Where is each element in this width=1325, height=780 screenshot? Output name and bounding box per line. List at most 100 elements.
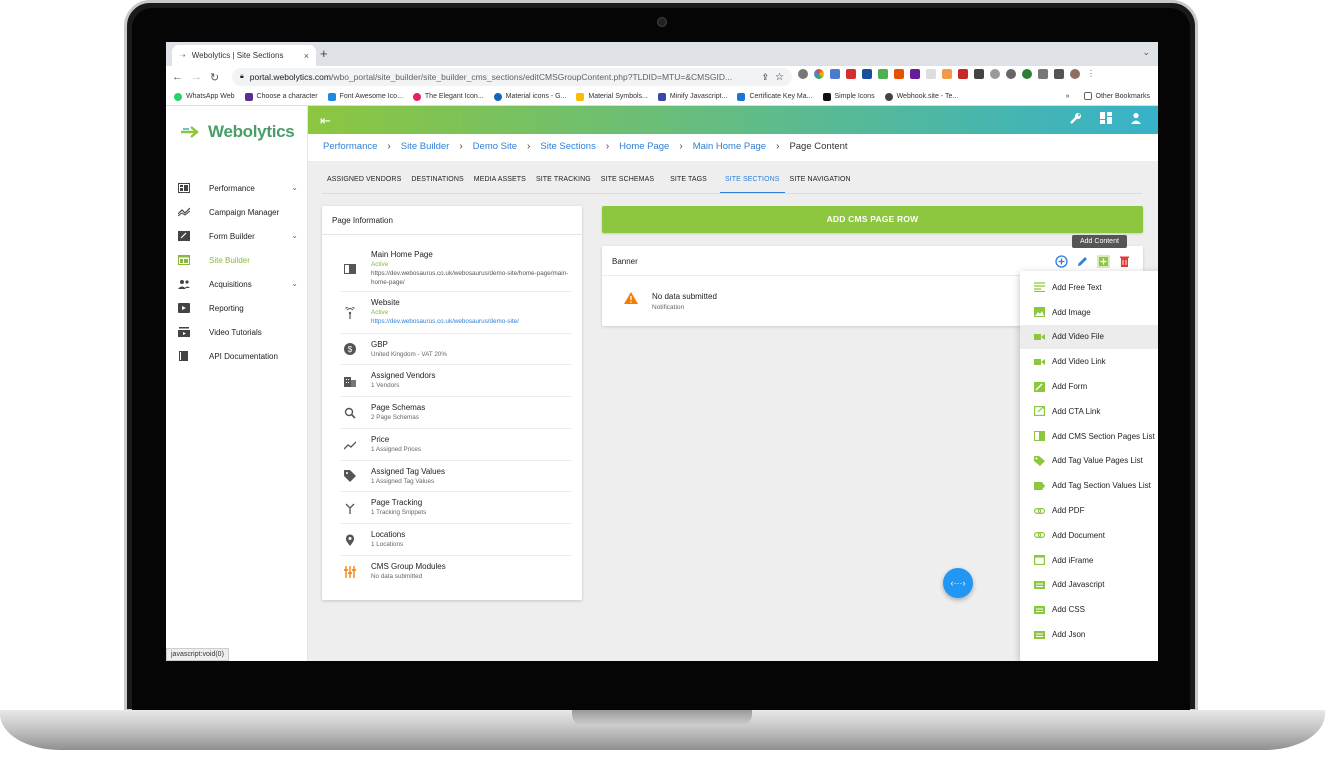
avatar[interactable] [1070, 69, 1080, 79]
sidebar-item-reporting[interactable]: Reporting [178, 296, 306, 320]
sidebar-item-performance[interactable]: Performance ⌄ [178, 176, 306, 200]
bookmark-item[interactable]: The Elegant Icon... [412, 92, 484, 101]
add-content-icon[interactable] [1097, 255, 1110, 268]
chevron-down-icon[interactable]: ⌄ [291, 231, 298, 240]
tab-assigned-vendors[interactable]: ASSIGNED VENDORS [322, 168, 406, 194]
bookmark-item[interactable]: Certificate Key Ma... [737, 92, 813, 101]
menu-item-add-form[interactable]: Add Form [1020, 374, 1158, 399]
breadcrumb-link[interactable]: Performance [323, 141, 377, 152]
sidebar-item-api-documentation[interactable]: API Documentation [178, 344, 306, 368]
extension-icon[interactable] [910, 69, 920, 79]
menu-item-add-tag-section-values-list[interactable]: Add Tag Section Values List [1020, 473, 1158, 498]
menu-item-add-cta-link[interactable]: Add CTA Link [1020, 399, 1158, 424]
close-tab-icon[interactable]: × [304, 51, 309, 61]
extension-icon[interactable] [990, 69, 1000, 79]
bookmark-item[interactable]: Material Symbols... [576, 92, 648, 101]
bookmark-star-icon[interactable]: ☆ [775, 72, 784, 83]
other-bookmarks[interactable]: Other Bookmarks [1083, 92, 1150, 100]
bookmarks-overflow-icon[interactable]: » [1066, 93, 1070, 100]
sidebar-item-form-builder[interactable]: Form Builder ⌄ [178, 224, 306, 248]
menu-item-add-free-text[interactable]: Add Free Text [1020, 275, 1158, 300]
bookmark-item[interactable]: WhatsApp Web [174, 92, 235, 101]
bookmark-item[interactable]: Choose a character [244, 92, 318, 101]
account-icon[interactable] [1130, 112, 1142, 124]
menu-item-add-pdf[interactable]: Add PDF [1020, 498, 1158, 523]
menu-item-add-css[interactable]: Add CSS [1020, 597, 1158, 622]
extension-icon[interactable] [942, 69, 952, 79]
breadcrumb-link[interactable]: Demo Site [473, 141, 517, 152]
sidebar-item-video-tutorials[interactable]: Video Tutorials [178, 320, 306, 344]
call-split-icon [345, 503, 355, 514]
sidebar-item-campaign-manager[interactable]: Campaign Manager [178, 200, 306, 224]
reload-icon[interactable]: ↻ [210, 71, 219, 84]
add-circle-icon[interactable] [1055, 255, 1068, 268]
label-icon [1034, 481, 1045, 490]
back-icon[interactable]: ← [172, 71, 183, 83]
extension-icon[interactable] [926, 69, 936, 79]
info-row-page-schemas: Page Schemas 2 Page Schemas [340, 397, 572, 429]
wrench-icon[interactable] [1069, 112, 1082, 125]
chevron-down-icon[interactable]: ⌄ [291, 279, 298, 288]
breadcrumb-link[interactable]: Home Page [619, 141, 669, 152]
trending-up-icon [344, 441, 356, 449]
chevron-down-icon[interactable]: ⌄ [291, 183, 298, 192]
info-row-price: Price 1 Assigned Prices [340, 429, 572, 461]
tab-title: Webolytics | Site Sections [191, 51, 284, 60]
browser-tab[interactable]: ➝ Webolytics | Site Sections × [172, 45, 316, 66]
sidebar-item-site-builder[interactable]: Site Builder [178, 248, 306, 272]
breadcrumb-link[interactable]: Site Sections [540, 141, 595, 152]
website-link[interactable]: https://dev.webosaurus.co.uk/webosaurus/… [371, 317, 572, 326]
bookmark-item[interactable]: Simple Icons [822, 92, 875, 101]
extension-icon[interactable] [1006, 69, 1016, 79]
bookmark-item[interactable]: Material icons - G... [493, 92, 566, 101]
edit-icon[interactable] [1076, 255, 1089, 268]
forward-icon[interactable]: → [191, 71, 202, 83]
share-icon[interactable]: ⇪ [761, 72, 769, 83]
menu-item-add-javascript[interactable]: Add Javascript [1020, 573, 1158, 598]
tab-site-tags[interactable]: SITE TAGS [665, 168, 712, 194]
menu-item-add-document[interactable]: Add Document [1020, 523, 1158, 548]
extension-icon[interactable] [814, 69, 824, 79]
logo[interactable]: Webolytics [180, 122, 295, 142]
address-bar[interactable]: 🔒︎ portal.webolytics.com/wbo_portal/site… [232, 68, 792, 86]
extension-icon[interactable] [878, 69, 888, 79]
delete-icon[interactable] [1118, 255, 1131, 268]
menu-item-add-video-link[interactable]: Add Video Link [1020, 349, 1158, 374]
extension-icon[interactable] [846, 69, 856, 79]
tab-search-icon[interactable]: ⌄ [1142, 47, 1150, 58]
sidebar-item-acquisitions[interactable]: Acquisitions ⌄ [178, 272, 306, 296]
bookmark-item[interactable]: Minify Javascript... [657, 92, 727, 101]
menu-item-add-tag-value-pages-list[interactable]: Add Tag Value Pages List [1020, 449, 1158, 474]
extension-icon[interactable] [958, 69, 968, 79]
menu-item-add-video-file[interactable]: Add Video File [1020, 324, 1158, 350]
tab-site-tracking[interactable]: SITE TRACKING [531, 168, 596, 194]
tab-site-sections[interactable]: SITE SECTIONS [719, 168, 785, 194]
tab-destinations[interactable]: DESTINATIONS [406, 168, 468, 194]
menu-item-add-json[interactable]: Add Json [1020, 622, 1158, 647]
code-fab-button[interactable]: ‹···› [943, 568, 973, 598]
menu-item-add-cms-section-pages-list[interactable]: Add CMS Section Pages List [1020, 424, 1158, 449]
breadcrumb-link[interactable]: Site Builder [401, 141, 450, 152]
extension-icon[interactable] [830, 69, 840, 79]
extension-icon[interactable] [974, 69, 984, 79]
new-tab-icon[interactable]: + [320, 46, 328, 61]
collapse-sidebar-icon[interactable]: ⇤ [320, 113, 331, 129]
tab-site-navigation[interactable]: SITE NAVIGATION [785, 168, 856, 194]
bookmark-item[interactable]: Webhook.site - Te... [884, 92, 958, 101]
menu-item-add-image[interactable]: Add Image [1020, 300, 1158, 325]
extension-icon[interactable] [862, 69, 872, 79]
form-edit-icon [178, 231, 190, 241]
bookmark-item[interactable]: Font Awesome Ico... [327, 92, 403, 101]
tab-media-assets[interactable]: MEDIA ASSETS [469, 168, 531, 194]
tab-site-schemas[interactable]: SITE SCHEMAS [596, 168, 659, 194]
menu-item-add-iframe[interactable]: Add iFrame [1020, 548, 1158, 573]
extension-icon[interactable] [894, 69, 904, 79]
extension-icon[interactable] [1022, 69, 1032, 79]
extension-icon[interactable] [798, 69, 808, 79]
sidebar-icon[interactable] [1054, 69, 1064, 79]
breadcrumb-link[interactable]: Main Home Page [693, 141, 766, 152]
puzzle-icon[interactable] [1038, 69, 1048, 79]
kebab-menu-icon[interactable]: ⋮ [1086, 69, 1096, 79]
dashboard-grid-icon[interactable] [1100, 112, 1112, 124]
add-cms-page-row-button[interactable]: ADD CMS PAGE ROW [602, 206, 1143, 233]
